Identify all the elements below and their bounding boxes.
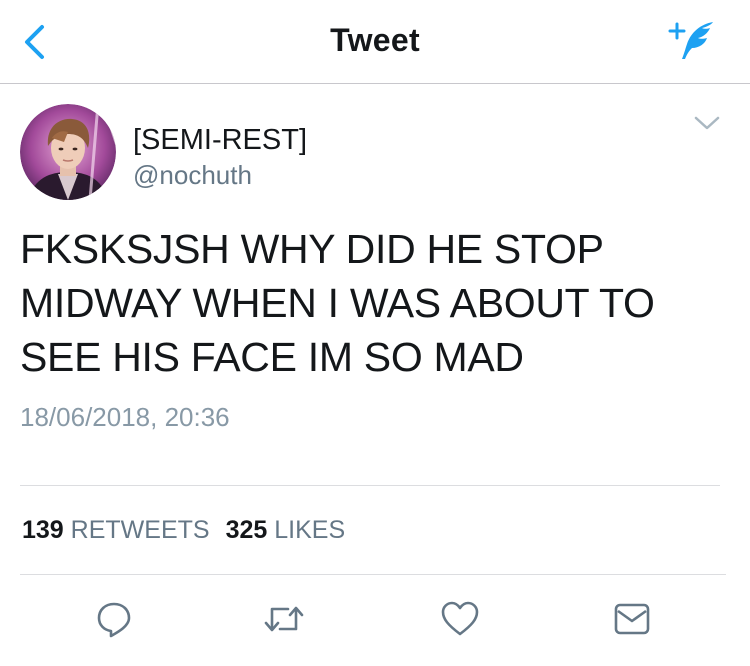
likes-label: LIKES <box>274 516 346 544</box>
divider <box>20 485 720 486</box>
retweets-count: 139 <box>22 516 64 544</box>
likes-stat[interactable]: 325 LIKES <box>226 516 346 545</box>
tweet-detail-screen: Tweet [SEMI-REST] @nochuth FKSKSJSH WHY … <box>0 0 750 666</box>
author-handle[interactable]: @nochuth <box>133 160 252 191</box>
navigation-bar: Tweet <box>0 0 750 84</box>
retweet-icon <box>264 606 304 632</box>
like-button[interactable] <box>438 597 482 641</box>
chevron-down-icon <box>694 116 720 130</box>
avatar[interactable] <box>20 104 116 200</box>
retweets-label: RETWEETS <box>70 516 210 544</box>
reply-bubble-icon <box>97 602 131 638</box>
compose-feather-icon <box>668 22 713 59</box>
reply-button[interactable] <box>92 597 136 641</box>
retweet-button[interactable] <box>262 597 306 641</box>
compose-tweet-button[interactable] <box>664 16 720 64</box>
tweet-options-button[interactable] <box>690 108 724 138</box>
heart-icon <box>441 601 479 636</box>
likes-count: 325 <box>225 516 268 544</box>
tweet-timestamp: 18/06/2018, 20:36 <box>20 402 230 432</box>
profile-photo <box>20 104 116 200</box>
author-display-name[interactable]: [SEMI-REST] <box>133 124 307 157</box>
engagement-stats: 139 RETWEETS 325 LIKES <box>22 516 345 545</box>
envelope-icon <box>614 603 650 635</box>
divider <box>20 574 726 575</box>
direct-message-button[interactable] <box>610 597 654 641</box>
retweets-stat[interactable]: 139 RETWEETS <box>22 516 210 545</box>
tweet-text: FKSKSJSH WHY DID HE STOP MIDWAY WHEN I W… <box>20 226 655 380</box>
page-title: Tweet <box>330 22 420 58</box>
